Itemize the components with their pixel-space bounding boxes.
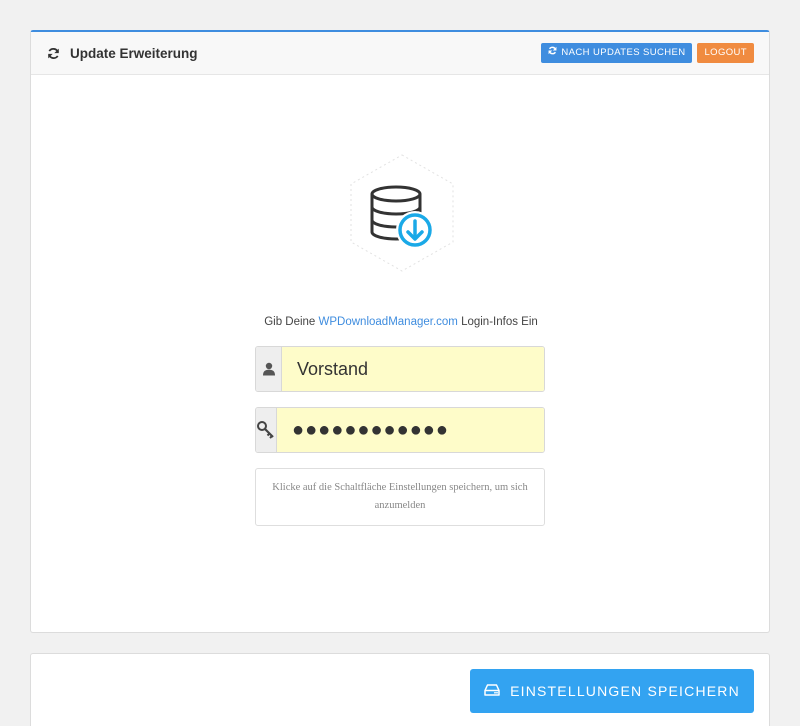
password-input-group <box>255 407 545 453</box>
panel-title: Update Erweiterung <box>70 45 198 61</box>
login-intro-text: Gib Deine WPDownloadManager.com Login-In… <box>31 316 771 328</box>
check-updates-button[interactable]: NACH UPDATES SUCHEN <box>541 43 693 63</box>
check-updates-label: NACH UPDATES SUCHEN <box>561 47 686 58</box>
key-icon <box>256 408 277 452</box>
intro-prefix: Gib Deine <box>264 316 319 328</box>
refresh-icon <box>46 46 60 60</box>
panel-header: Update Erweiterung NACH UPDATES SUCHEN L… <box>31 32 769 75</box>
hard-drive-icon <box>484 683 500 699</box>
password-input[interactable] <box>277 408 544 452</box>
refresh-icon <box>548 43 557 63</box>
footer-panel: EINSTELLUNGEN SPEICHERN <box>30 653 770 726</box>
username-input-group <box>255 346 545 392</box>
wpdm-link[interactable]: WPDownloadManager.com <box>319 316 458 328</box>
database-download-icon <box>347 152 457 274</box>
save-settings-label: EINSTELLUNGEN SPEICHERN <box>510 683 740 699</box>
logout-button[interactable]: LOGOUT <box>697 43 754 63</box>
header-actions: NACH UPDATES SUCHEN LOGOUT <box>541 43 754 63</box>
username-input[interactable] <box>282 347 544 391</box>
logout-label: LOGOUT <box>704 47 747 58</box>
user-icon <box>256 347 282 391</box>
update-extension-panel: Update Erweiterung NACH UPDATES SUCHEN L… <box>30 30 770 633</box>
login-hint: Klicke auf die Schaltfläche Einstellunge… <box>255 468 545 526</box>
save-settings-button[interactable]: EINSTELLUNGEN SPEICHERN <box>470 669 754 713</box>
intro-suffix: Login-Infos Ein <box>457 316 538 328</box>
